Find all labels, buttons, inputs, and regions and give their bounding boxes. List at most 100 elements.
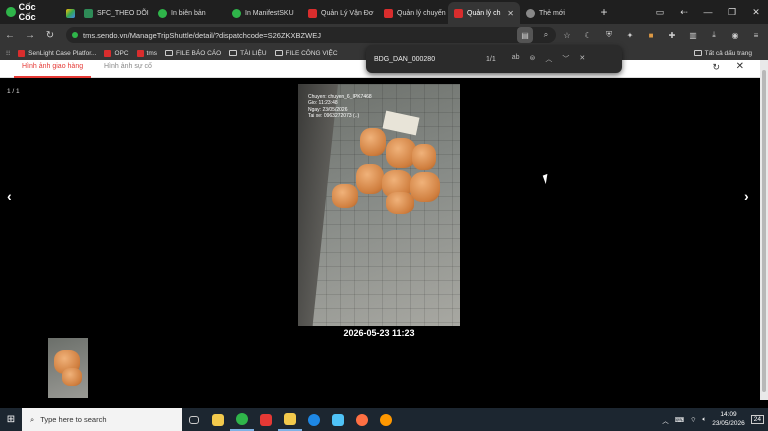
- find-close-icon[interactable]: ✕: [579, 54, 585, 64]
- file-explorer-icon[interactable]: [206, 408, 230, 431]
- restore-icon[interactable]: ❐: [720, 7, 744, 18]
- task-view-icon[interactable]: [182, 408, 206, 431]
- close-viewer-icon[interactable]: ✕: [736, 61, 744, 72]
- coccoc-logo-icon: [6, 7, 16, 17]
- zoom-icon[interactable]: ⌕: [538, 27, 554, 43]
- sendo-icon: [308, 8, 317, 18]
- firefox-icon[interactable]: [374, 408, 398, 431]
- download-icon[interactable]: ⤓: [706, 27, 722, 43]
- close-tab-icon[interactable]: ✕: [507, 9, 514, 18]
- reader-icon[interactable]: ▤: [517, 27, 533, 43]
- tab-delivery-images[interactable]: Hình ảnh giao hàng: [14, 60, 92, 78]
- back-icon[interactable]: ←: [0, 30, 20, 41]
- delivery-photo[interactable]: Chuyen: chuyen_6_IPK7468 Gio: 11:23:48 N…: [298, 84, 460, 326]
- app-icon[interactable]: [326, 408, 350, 431]
- tab-sfc[interactable]: SFC_THEO DÕI: [78, 2, 152, 24]
- rotate-icon[interactable]: ↻: [712, 62, 720, 73]
- volume-icon[interactable]: 🔈︎: [702, 416, 706, 424]
- folder-icon: [165, 50, 174, 56]
- windows-start-icon[interactable]: ⊞: [0, 414, 22, 425]
- parcel: [62, 368, 82, 386]
- bookmark-item[interactable]: tms: [136, 49, 157, 57]
- back-arrow-icon[interactable]: ⇠: [672, 7, 696, 18]
- coccoc-taskbar-icon[interactable]: [230, 408, 254, 431]
- close-window-icon[interactable]: ✕: [744, 7, 768, 18]
- url-input[interactable]: tms.sendo.vn/ManageTripShuttle/detail/?d…: [66, 27, 556, 43]
- tab-active[interactable]: Quản lý ch ✕: [448, 2, 520, 24]
- folder-icon: [229, 50, 238, 56]
- reload-icon[interactable]: ↻: [40, 30, 60, 41]
- notifications-icon[interactable]: 24: [750, 415, 764, 424]
- browser-brand[interactable]: Cốc Cốc: [0, 0, 60, 24]
- image-viewer: 1 / 1 ‹ › Chuyen: chuyen_6_IPK7468 Gio: …: [0, 78, 760, 398]
- globe-icon: [526, 8, 535, 18]
- folder-icon: [274, 50, 283, 56]
- bookmark-folder[interactable]: FILE CÔNG VIỆC: [274, 50, 338, 57]
- tab-quan-ly-chuyen[interactable]: Quản lý chuyến: [378, 2, 448, 24]
- all-bookmarks[interactable]: Tất cả dấu trang: [693, 50, 752, 57]
- page-scrollbar[interactable]: [760, 60, 768, 400]
- tab-manifest[interactable]: In ManifestSKU: [226, 2, 302, 24]
- prev-arrow-icon[interactable]: ‹: [7, 188, 12, 204]
- puzzle-icon[interactable]: ✚: [664, 27, 680, 43]
- site-info-icon[interactable]: [72, 32, 78, 38]
- bookmark-item[interactable]: OPC: [104, 49, 129, 57]
- address-bar: ← → ↻ tms.sendo.vn/ManageTripShuttle/det…: [0, 24, 768, 46]
- find-next-icon[interactable]: ﹀: [562, 54, 569, 64]
- find-prev-icon[interactable]: ︿: [545, 54, 552, 64]
- taskbar-search[interactable]: ⌕ Type here to search: [22, 408, 182, 431]
- new-tab-icon[interactable]: +: [594, 5, 614, 19]
- sidebar-icon[interactable]: ▥: [685, 27, 701, 43]
- minimize-icon[interactable]: —: [696, 7, 720, 17]
- whole-word-icon[interactable]: ⊜: [530, 54, 536, 64]
- extensions-icon[interactable]: ✦: [622, 27, 638, 43]
- url-text: tms.sendo.vn/ManageTripShuttle/detail/?d…: [83, 30, 321, 40]
- photo-watermark: Chuyen: chuyen_6_IPK7468 Gio: 11:23:48 N…: [308, 94, 372, 119]
- toolbar-icons: ▤ ⌕ ☆ ☾ ⛨ ✦ ■ ✚ ▥ ⤓ ◉ ≡: [517, 27, 764, 43]
- chrome-like-icon[interactable]: [350, 408, 374, 431]
- profile-icon[interactable]: ◉: [727, 27, 743, 43]
- find-count: 1/1: [486, 55, 496, 63]
- input-language-icon[interactable]: ⌨: [675, 416, 684, 424]
- sendo-icon: [454, 8, 463, 18]
- zalo-icon[interactable]: [302, 408, 326, 431]
- match-case-icon[interactable]: ab: [512, 54, 520, 64]
- parcel: [410, 172, 440, 202]
- folder-icon: [693, 50, 702, 56]
- scrollbar-thumb[interactable]: [762, 70, 766, 392]
- star-icon[interactable]: ☆: [559, 27, 575, 43]
- wps-icon[interactable]: [254, 408, 278, 431]
- browser-tabstrip: Cốc Cốc SFC_THEO DÕI In biên bản In Mani…: [0, 0, 768, 24]
- forward-icon[interactable]: →: [20, 30, 40, 41]
- parcel: [360, 128, 386, 156]
- bookmark-folder[interactable]: TÀI LIỆU: [229, 50, 267, 57]
- tab-bien-ban[interactable]: In biên bản: [152, 2, 226, 24]
- parcel: [412, 144, 436, 170]
- tray-overflow-icon[interactable]: ︿: [662, 415, 669, 425]
- find-tools: ab ⊜ ︿ ﹀ ✕: [512, 54, 586, 64]
- next-arrow-icon[interactable]: ›: [744, 188, 749, 204]
- photo-thumbnail[interactable]: [48, 338, 88, 398]
- tab-quan-ly-van-don[interactable]: Quản Lý Vận Đơ: [302, 2, 378, 24]
- drive-icon[interactable]: [60, 2, 78, 24]
- shield-icon[interactable]: ⛨: [601, 27, 617, 43]
- taskbar-clock[interactable]: 14:09 23/05/2026: [712, 411, 745, 428]
- find-input[interactable]: BDG_DAN_000280: [374, 56, 474, 63]
- site-icon: [158, 8, 167, 18]
- sticky-notes-icon[interactable]: [278, 408, 302, 431]
- tab-search-icon[interactable]: ▭: [648, 7, 672, 18]
- extension-red-icon[interactable]: ■: [643, 27, 659, 43]
- dark-mode-icon[interactable]: ☾: [580, 27, 596, 43]
- network-icon[interactable]: ⌔: [690, 415, 696, 424]
- sheets-icon: [84, 8, 93, 18]
- tab-new[interactable]: Thẻ mới: [520, 2, 594, 24]
- tab-incident-images[interactable]: Hình ảnh sự cố: [96, 60, 160, 78]
- windows-taskbar: ⊞ ⌕ Type here to search ︿ ⌨ ⌔ 🔈︎ 14:09 2…: [0, 408, 768, 431]
- sendo-icon: [18, 49, 26, 57]
- bookmark-folder[interactable]: FILE BÁO CÁO: [165, 50, 221, 57]
- menu-icon[interactable]: ≡: [748, 27, 764, 43]
- bookmark-item[interactable]: SenLight Case Platfor...: [18, 49, 96, 57]
- site-icon: [232, 8, 241, 18]
- apps-icon[interactable]: ⁝⁝: [6, 49, 10, 57]
- parcel: [356, 164, 384, 194]
